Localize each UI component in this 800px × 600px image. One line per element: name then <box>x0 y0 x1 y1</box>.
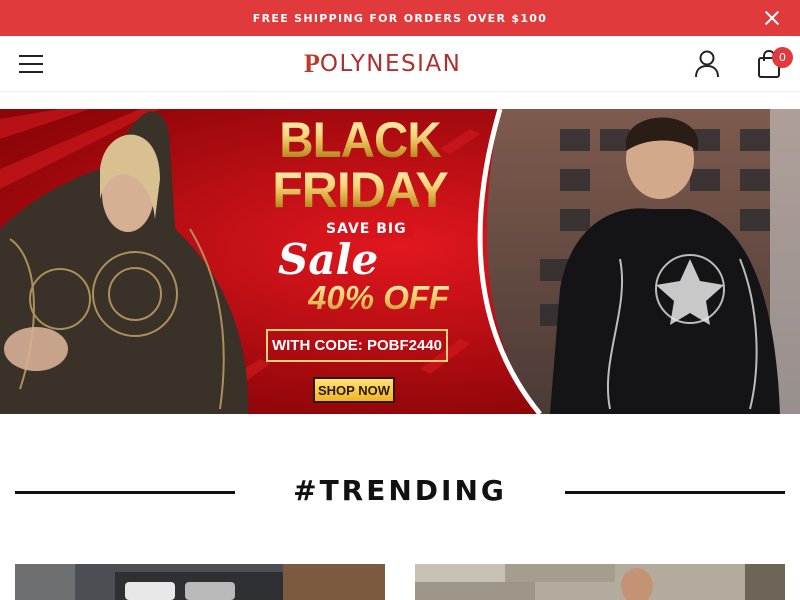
section-divider-right <box>565 491 785 494</box>
announcement-bar: FREE SHIPPING FOR ORDERS OVER $100 <box>0 0 800 36</box>
discount-label: 40% OFF <box>308 279 450 316</box>
announcement-text: FREE SHIPPING FOR ORDERS OVER $100 <box>252 11 548 25</box>
menu-icon[interactable] <box>19 55 43 73</box>
promo-code-box: WITH CODE: POBF2440 <box>266 329 448 362</box>
shop-now-button[interactable]: SHOP NOW <box>313 377 395 403</box>
sale-label: Sale <box>278 235 379 284</box>
close-icon[interactable] <box>764 10 780 26</box>
user-icon[interactable] <box>694 50 720 78</box>
trending-product-card[interactable] <box>15 564 385 600</box>
product-image <box>415 564 785 600</box>
trending-heading: #TRENDING <box>293 474 507 507</box>
cart-count-badge: 0 <box>772 47 793 68</box>
site-logo[interactable]: P OLYNESIAN <box>304 50 461 78</box>
logo-initial: P <box>304 49 320 78</box>
logo-text: OLYNESIAN <box>319 51 462 77</box>
site-header: P OLYNESIAN 0 <box>0 36 800 92</box>
hero-line2: FRIDAY <box>250 165 470 215</box>
hero-banner[interactable]: BLACK FRIDAY SAVE BIG Sale 40% OFF WITH … <box>0 109 800 414</box>
hero-line1: BLACK <box>256 115 465 165</box>
hero-promo: BLACK FRIDAY SAVE BIG Sale 40% OFF WITH … <box>250 109 470 414</box>
section-divider-left <box>15 491 235 494</box>
trending-product-card[interactable] <box>415 564 785 600</box>
product-image <box>15 564 385 600</box>
